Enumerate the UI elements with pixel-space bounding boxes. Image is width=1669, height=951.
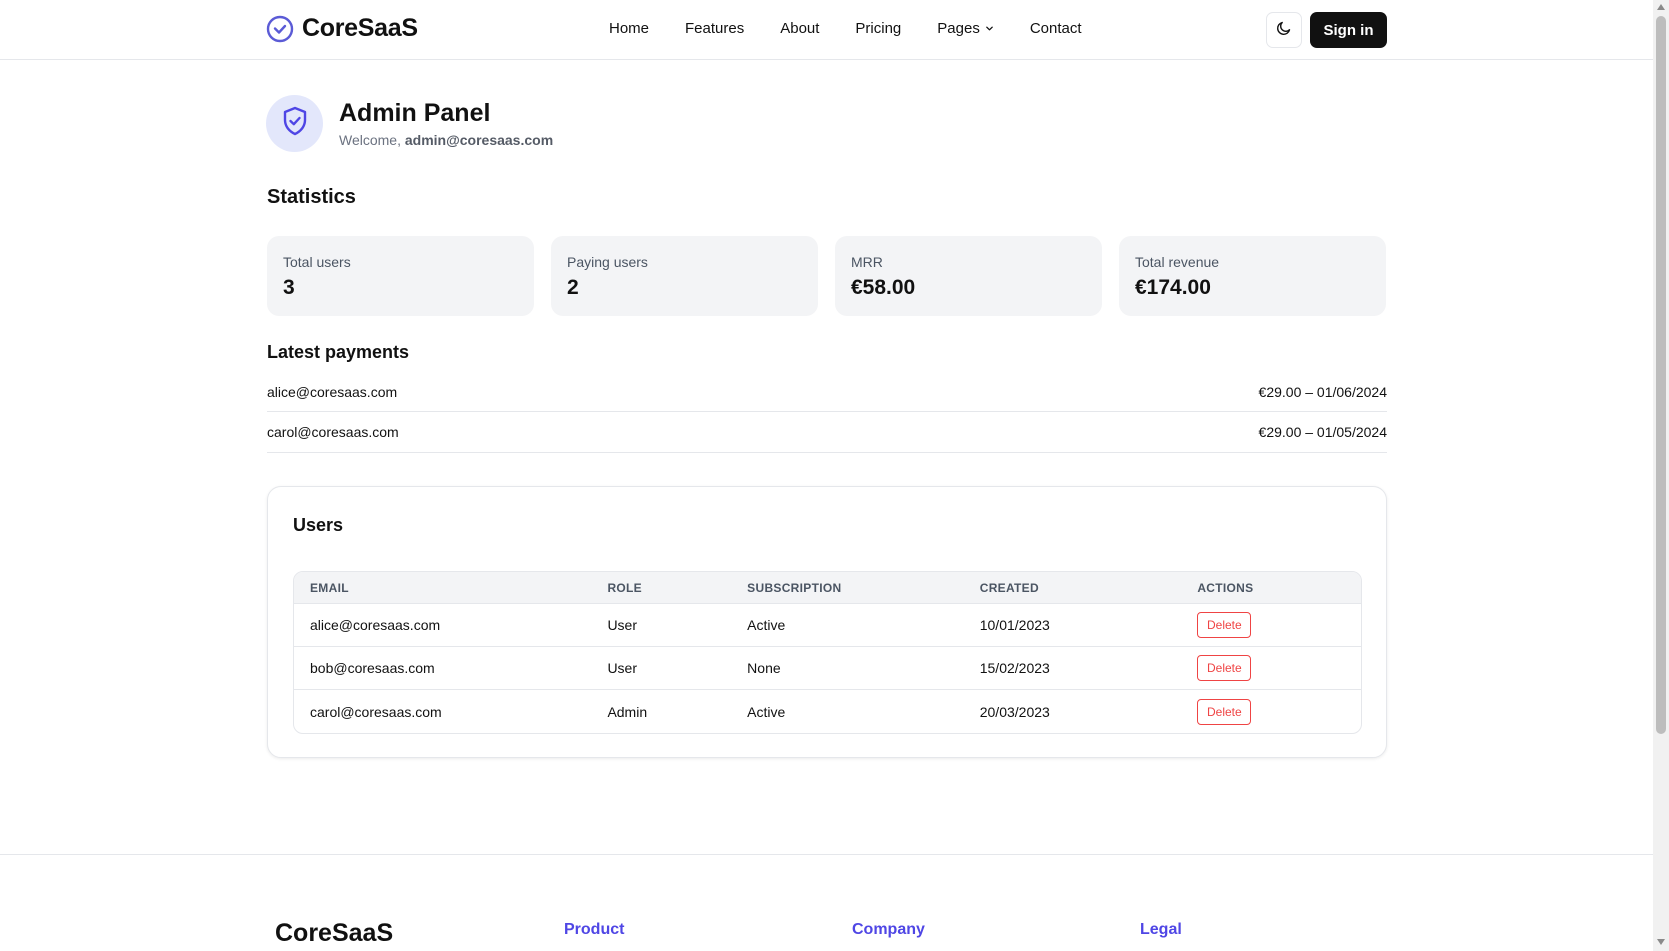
nav-pricing[interactable]: Pricing <box>855 20 901 37</box>
table-row: carol@coresaas.com Admin Active 20/03/20… <box>294 690 1361 733</box>
site-header: CoreSaaS Home Features About Pricing Pag… <box>0 0 1653 60</box>
table-row: alice@coresaas.com User Active 10/01/202… <box>294 604 1361 647</box>
payment-detail: €29.00 – 01/06/2024 <box>1258 383 1387 400</box>
nav-contact[interactable]: Contact <box>1030 20 1082 37</box>
main-nav: Home Features About Pricing Pages Contac… <box>609 20 1082 37</box>
scroll-down-arrow-icon[interactable] <box>1657 939 1665 945</box>
actions-cell: Delete <box>1197 698 1361 725</box>
user-subscription: Active <box>747 617 786 633</box>
actions-cell: Delete <box>1197 655 1361 681</box>
stats-grid: Total users 3 Paying users 2 MRR €58.00 … <box>267 236 1387 316</box>
shield-check-icon <box>281 106 309 141</box>
column-header-email: EMAIL <box>310 580 349 595</box>
user-role: User <box>607 617 637 633</box>
footer-heading-product: Product <box>564 921 625 938</box>
user-role: Admin <box>607 703 648 720</box>
theme-toggle-button[interactable] <box>1266 12 1302 48</box>
payment-detail: €29.00 – 01/05/2024 <box>1258 424 1387 440</box>
nav-features[interactable]: Features <box>685 20 744 37</box>
delete-button[interactable]: Delete <box>1197 655 1252 681</box>
stat-card-total-revenue: Total revenue €174.00 <box>1119 236 1386 316</box>
actions-cell: Delete <box>1197 612 1361 638</box>
stat-value: €58.00 <box>851 276 916 299</box>
payment-email: alice@coresaas.com <box>267 383 398 400</box>
stat-value: €174.00 <box>1135 276 1211 299</box>
site-footer: CoreSaaS Product Company Legal <box>0 854 1653 951</box>
nav-pages-label: Pages <box>937 20 980 37</box>
list-item: carol@coresaas.com €29.00 – 01/05/2024 <box>267 412 1387 453</box>
nav-pages[interactable]: Pages <box>937 20 994 37</box>
stat-card-total-users: Total users 3 <box>267 236 534 316</box>
chevron-down-icon <box>985 24 994 33</box>
nav-about[interactable]: About <box>780 20 819 37</box>
user-role: User <box>607 660 637 676</box>
sign-in-button[interactable]: Sign in <box>1310 12 1387 48</box>
user-created: 15/02/2023 <box>979 660 1050 676</box>
footer-brand: CoreSaaS <box>275 919 394 947</box>
page-scrollbar[interactable] <box>1653 0 1669 951</box>
stat-label: Total users <box>283 254 351 270</box>
users-heading: Users <box>293 515 344 535</box>
stat-value: 2 <box>567 276 579 299</box>
delete-button[interactable]: Delete <box>1197 698 1252 725</box>
payment-email: carol@coresaas.com <box>267 424 399 440</box>
user-created: 20/03/2023 <box>979 703 1050 720</box>
stat-value: 3 <box>283 276 295 299</box>
payments-list: alice@coresaas.com €29.00 – 01/06/2024 c… <box>267 372 1387 453</box>
admin-avatar <box>266 95 323 152</box>
stat-label: Paying users <box>567 254 648 270</box>
footer-heading-company: Company <box>852 921 925 938</box>
scroll-up-arrow-icon[interactable] <box>1657 4 1665 10</box>
user-email: bob@coresaas.com <box>310 660 435 676</box>
welcome-prefix: Welcome, <box>339 132 401 148</box>
table-header: EMAIL ROLE SUBSCRIPTION CREATED ACTIONS <box>294 572 1361 604</box>
list-item: alice@coresaas.com €29.00 – 01/06/2024 <box>267 372 1387 412</box>
user-email: alice@coresaas.com <box>310 617 441 633</box>
brand-name: CoreSaaS <box>302 14 418 42</box>
user-email: carol@coresaas.com <box>310 703 442 720</box>
user-subscription: None <box>747 660 781 676</box>
users-table: EMAIL ROLE SUBSCRIPTION CREATED ACTIONS … <box>293 571 1362 734</box>
moon-icon <box>1276 20 1292 41</box>
column-header-actions: ACTIONS <box>1197 580 1254 595</box>
welcome-text: Welcome, admin@coresaas.com <box>339 132 553 148</box>
stat-label: MRR <box>851 254 883 270</box>
check-circle-icon <box>266 15 294 43</box>
user-created: 10/01/2023 <box>979 617 1050 633</box>
table-row: bob@coresaas.com User None 15/02/2023 De… <box>294 647 1361 690</box>
brand-logo[interactable]: CoreSaaS <box>266 14 418 43</box>
latest-payments-heading: Latest payments <box>267 342 410 362</box>
column-header-role: ROLE <box>607 580 642 595</box>
statistics-heading: Statistics <box>267 186 356 208</box>
stat-card-paying-users: Paying users 2 <box>551 236 818 316</box>
nav-home[interactable]: Home <box>609 20 649 37</box>
page-title: Admin Panel <box>339 99 491 127</box>
admin-email: admin@coresaas.com <box>404 132 554 148</box>
footer-heading-legal: Legal <box>1140 921 1182 938</box>
user-subscription: Active <box>747 703 786 720</box>
column-header-subscription: SUBSCRIPTION <box>747 580 842 595</box>
users-card: Users EMAIL ROLE SUBSCRIPTION CREATED AC… <box>267 486 1387 758</box>
stat-label: Total revenue <box>1135 254 1220 270</box>
stat-card-mrr: MRR €58.00 <box>835 236 1102 316</box>
column-header-created: CREATED <box>979 580 1039 595</box>
delete-button[interactable]: Delete <box>1197 612 1252 638</box>
scrollbar-thumb[interactable] <box>1656 16 1666 734</box>
